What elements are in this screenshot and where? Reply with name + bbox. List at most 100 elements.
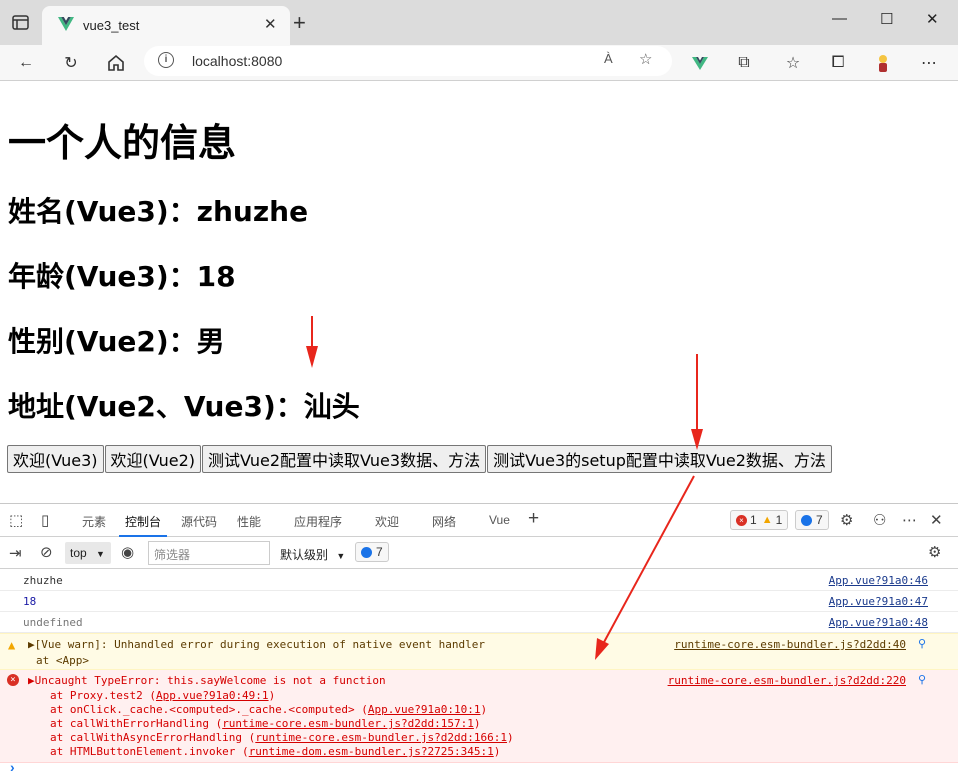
warning-icon: ▲ <box>8 638 16 652</box>
stack-link[interactable]: runtime-core.esm-bundler.js?d2dd:157:1 <box>222 717 474 730</box>
address-toolbar: ← ↻ i localhost:8080 À ☆ ⧉ ☆ ⧠ ⋯ <box>0 45 958 81</box>
context-value: top <box>70 546 87 560</box>
tab-title: vue3_test <box>83 18 140 33</box>
error-icon: × <box>736 514 747 526</box>
welcome-vue3-button[interactable]: 欢迎(Vue3) <box>7 445 104 473</box>
site-info-icon[interactable]: i <box>158 52 174 68</box>
stack-link[interactable]: runtime-dom.esm-bundler.js?2725:345:1 <box>249 745 494 758</box>
customize-icon[interactable]: ⚇ <box>873 511 886 529</box>
tab-elements[interactable]: 元素 <box>82 513 106 530</box>
address-field: 地址(Vue2、Vue3)：汕头 <box>8 390 360 423</box>
error-count: 1 <box>750 513 757 527</box>
more-tabs-icon[interactable]: + <box>528 508 539 530</box>
log-message: zhuzhe <box>23 574 63 587</box>
log-levels-select[interactable]: 默认级别 ▼ <box>280 546 345 563</box>
filter-placeholder: 筛选器 <box>154 548 191 562</box>
url-text: localhost:8080 <box>192 53 283 69</box>
info-icon <box>801 514 812 526</box>
tab-welcome[interactable]: 欢迎 <box>375 513 399 530</box>
tab-actions-icon[interactable] <box>10 12 32 34</box>
sidebar-toggle-icon[interactable]: ⇥ <box>9 544 22 562</box>
home-icon[interactable] <box>104 51 128 75</box>
context-select[interactable]: top ▼ <box>65 542 111 564</box>
page-content: 一个人的信息 姓名(Vue3)：zhuzhe 年龄(Vue3)：18 性别(Vu… <box>0 82 958 502</box>
info-badge[interactable]: 7 <box>795 510 829 530</box>
stack-frame: at HTMLButtonElement.invoker (runtime-do… <box>50 745 501 758</box>
button-row: 欢迎(Vue3) 欢迎(Vue2) 测试Vue2配置中读取Vue3数据、方法 测… <box>7 445 833 473</box>
console-log-row: undefined App.vue?91a0:48 <box>0 612 958 633</box>
tab-vue[interactable]: Vue <box>489 513 510 527</box>
filter-input[interactable]: 筛选器 <box>148 541 270 565</box>
console-error-row: × ▶Uncaught TypeError: this.sayWelcome i… <box>0 670 958 763</box>
devtools-panel: ⬚ ▯ 元素 控制台 源代码 性能 应用程序 欢迎 网络 Vue + × 1 ▲… <box>0 503 958 780</box>
search-icon[interactable]: ⚲ <box>918 637 926 650</box>
clear-console-icon[interactable]: ⊘ <box>40 543 53 561</box>
gender-field: 性别(Vue2)：男 <box>8 325 225 358</box>
console-warning-row: ▲ ▶[Vue warn]: Unhandled error during ex… <box>0 633 958 670</box>
favorites-icon[interactable]: ☆ <box>781 51 805 75</box>
new-tab-icon[interactable]: + <box>293 10 306 36</box>
browser-window: vue3_test ✕ + — ☐ ✕ ← ↻ i localhost:8080… <box>0 0 958 780</box>
console-output: zhuzhe App.vue?91a0:46 18 App.vue?91a0:4… <box>0 570 958 763</box>
warning-source-link[interactable]: runtime-core.esm-bundler.js?d2dd:40 <box>674 638 906 651</box>
settings-gear-icon[interactable]: ⚙ <box>840 511 853 529</box>
refresh-icon[interactable]: ↻ <box>59 51 83 75</box>
back-icon[interactable]: ← <box>14 51 38 75</box>
log-message: undefined <box>23 616 83 629</box>
address-bar[interactable]: i localhost:8080 À ☆ <box>144 46 672 76</box>
close-devtools-icon[interactable]: ✕ <box>930 511 943 529</box>
maximize-icon[interactable]: ☐ <box>880 10 893 28</box>
chevron-down-icon: ▼ <box>336 551 346 561</box>
devtools-tabbar: ⬚ ▯ 元素 控制台 源代码 性能 应用程序 欢迎 网络 Vue + × 1 ▲… <box>0 504 958 537</box>
minimize-icon[interactable]: — <box>832 10 847 27</box>
error-source-link[interactable]: runtime-core.esm-bundler.js?d2dd:220 <box>668 674 906 687</box>
warning-message[interactable]: ▶[Vue warn]: Unhandled error during exec… <box>28 638 485 651</box>
device-toolbar-icon[interactable]: ▯ <box>41 511 49 529</box>
tab-performance[interactable]: 性能 <box>237 513 261 530</box>
extensions-icon[interactable]: ⧉ <box>732 51 756 75</box>
console-prompt[interactable]: › <box>10 759 15 775</box>
console-filter-bar: ⇥ ⊘ top ▼ ◉ 筛选器 默认级别 ▼ 7 ⚙ <box>0 538 958 569</box>
issues-count: 7 <box>376 545 383 559</box>
vue-devtools-extension-icon[interactable] <box>688 51 712 75</box>
error-message[interactable]: ▶Uncaught TypeError: this.sayWelcome is … <box>28 674 386 687</box>
tab-console[interactable]: 控制台 <box>118 513 168 537</box>
stack-frame: at Proxy.test2 (App.vue?91a0:49:1) <box>50 689 276 702</box>
browser-tab[interactable]: vue3_test ✕ <box>42 6 290 45</box>
page-title: 一个人的信息 <box>8 121 237 165</box>
profile-avatar-icon[interactable] <box>871 51 895 75</box>
collections-icon[interactable]: ⧠ <box>826 51 850 75</box>
issues-badge[interactable]: × 1 ▲ 1 <box>730 510 789 530</box>
tab-application[interactable]: 应用程序 <box>294 513 342 530</box>
warning-icon: ▲ <box>761 514 773 526</box>
info-count: 7 <box>816 513 823 527</box>
inspect-element-icon[interactable]: ⬚ <box>9 511 23 529</box>
more-menu-icon[interactable]: ⋯ <box>917 51 941 75</box>
console-settings-icon[interactable]: ⚙ <box>928 543 941 561</box>
live-expression-eye-icon[interactable]: ◉ <box>121 543 134 561</box>
test-vue3-setup-button[interactable]: 测试Vue3的setup配置中读取Vue2数据、方法 <box>487 445 832 473</box>
stack-frame: at onClick._cache.<computed>._cache.<com… <box>50 703 488 716</box>
tab-close-icon[interactable]: ✕ <box>264 15 277 33</box>
chevron-down-icon: ▼ <box>96 549 105 559</box>
log-levels-label: 默认级别 <box>280 548 329 562</box>
stack-link[interactable]: App.vue?91a0:49:1 <box>156 689 269 702</box>
search-icon[interactable]: ⚲ <box>918 673 926 686</box>
stack-link[interactable]: runtime-core.esm-bundler.js?d2dd:166:1 <box>255 731 507 744</box>
test-vue2-config-button[interactable]: 测试Vue2配置中读取Vue3数据、方法 <box>202 445 487 473</box>
issues-count-badge[interactable]: 7 <box>355 542 389 562</box>
stack-link[interactable]: App.vue?91a0:10:1 <box>368 703 481 716</box>
log-source-link[interactable]: App.vue?91a0:48 <box>829 616 928 629</box>
close-window-icon[interactable]: ✕ <box>926 10 939 28</box>
log-source-link[interactable]: App.vue?91a0:46 <box>829 574 928 587</box>
name-field: 姓名(Vue3)：zhuzhe <box>8 195 309 228</box>
tab-sources[interactable]: 源代码 <box>181 513 217 530</box>
info-icon <box>361 546 372 558</box>
add-favorite-icon[interactable]: ☆ <box>639 50 652 68</box>
age-field: 年龄(Vue3)：18 <box>8 260 236 293</box>
tab-network[interactable]: 网络 <box>432 513 456 530</box>
log-source-link[interactable]: App.vue?91a0:47 <box>829 595 928 608</box>
read-aloud-icon[interactable]: À <box>604 51 613 66</box>
devtools-menu-icon[interactable]: ⋯ <box>902 511 917 529</box>
welcome-vue2-button[interactable]: 欢迎(Vue2) <box>104 445 202 473</box>
